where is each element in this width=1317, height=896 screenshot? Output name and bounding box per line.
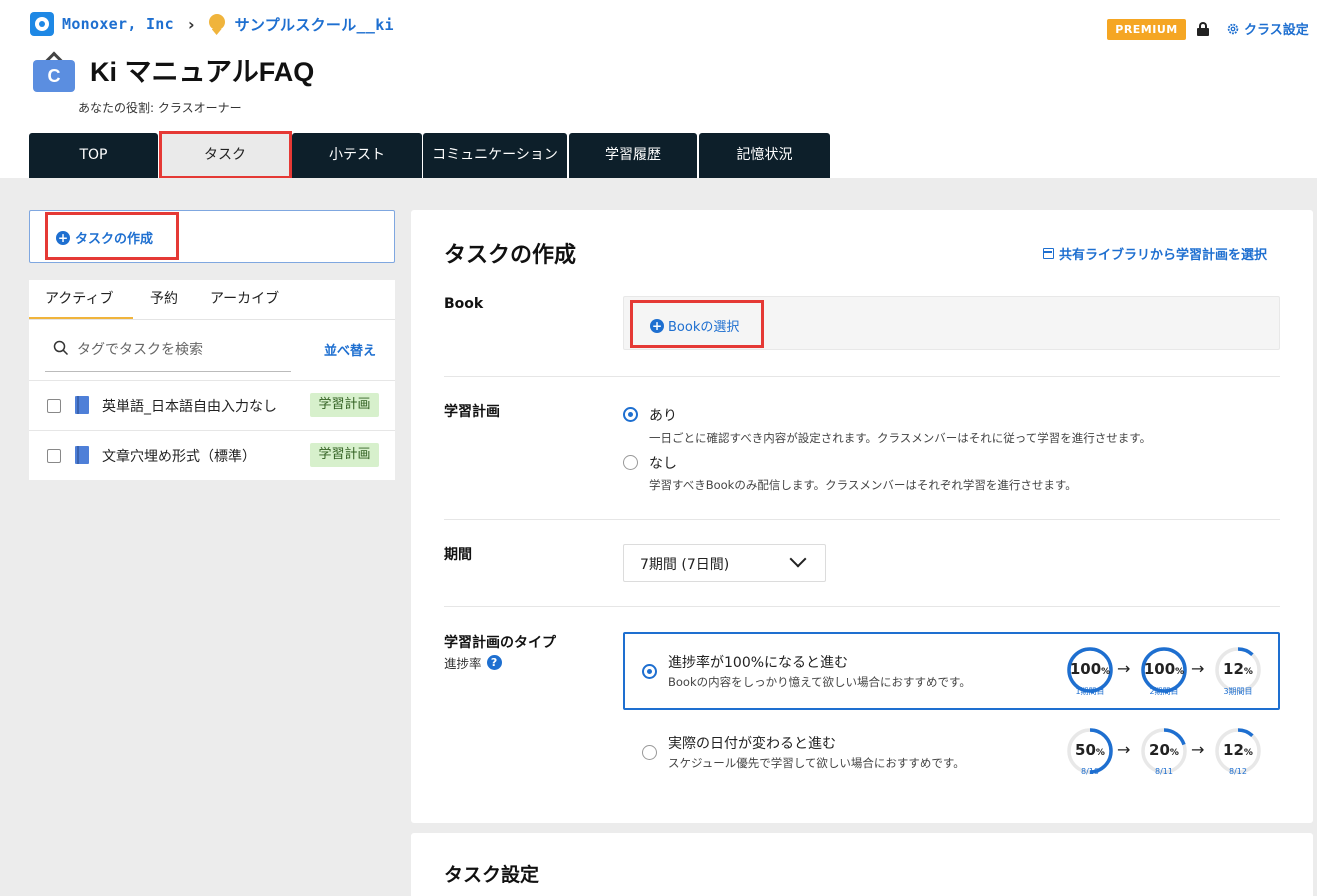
progress-ring-caption: 2期間目 (1149, 687, 1179, 696)
progress-ring-value: 100% (1069, 660, 1111, 678)
chevron-right-icon: › (187, 14, 195, 34)
progress-ring: 50% 8/10 (1066, 727, 1114, 776)
task-checkbox[interactable] (47, 399, 61, 413)
plan-type-label: 学習計画のタイプ (444, 635, 556, 651)
progress-ring-caption: 1期間目 (1075, 687, 1105, 696)
page-header: Monoxer, Inc › サンプルスクール__ki C Ki マニュアルFA… (0, 0, 1317, 179)
progress-ring: 12% 3期間目 (1214, 646, 1262, 696)
progress-ring-caption: 8/10 (1081, 767, 1099, 776)
task-list-item[interactable]: 文章穴埋め形式（標準） 学習計画 (29, 430, 395, 480)
sort-button[interactable]: 並べ替え (324, 340, 376, 359)
plan-label: 学習計画 (444, 404, 500, 420)
plan-no-radio[interactable] (623, 455, 638, 470)
type-date-title: 実際の日付が変わると進む (668, 736, 836, 752)
period-select[interactable]: 7期間 (7日間) (623, 544, 826, 582)
calendar-icon (1043, 248, 1054, 259)
progress-ring: 20% 8/11 (1140, 727, 1188, 776)
tab-active[interactable]: アクティブ (45, 288, 113, 308)
tab-archive[interactable]: アーカイブ (210, 288, 279, 308)
breadcrumb: Monoxer, Inc › サンプルスクール__ki (30, 12, 394, 36)
period-label: 期間 (444, 547, 472, 563)
type-date-desc: スケジュール優先で学習して欲しい場合におすすめです。 (668, 756, 965, 770)
progress-ring-value: 20% (1149, 741, 1179, 759)
progress-ring-value: 12% (1223, 660, 1253, 678)
tab-memory-status[interactable]: 記憶状況 (699, 133, 830, 178)
divider (444, 376, 1280, 377)
premium-badge: PREMIUM (1107, 19, 1186, 40)
progress-ring-caption: 8/11 (1155, 767, 1173, 776)
tab-top[interactable]: TOP (29, 133, 158, 178)
highlight-box (630, 300, 764, 348)
book-icon (75, 446, 89, 464)
progress-ring-value: 50% (1075, 741, 1105, 759)
task-settings-title: タスク設定 (444, 864, 540, 886)
progress-ring-value: 12% (1223, 741, 1253, 759)
tag-search-input[interactable]: タグでタスクを検索 (45, 336, 291, 372)
task-list-tabs: アクティブ 予約 アーカイブ (29, 280, 395, 320)
arrow-right-icon: → (1117, 740, 1131, 759)
tab-scheduled[interactable]: 予約 (150, 288, 178, 308)
divider (444, 606, 1280, 607)
help-icon[interactable]: ? (486, 655, 502, 670)
task-tag: 学習計画 (310, 393, 379, 417)
task-list-panel: アクティブ 予約 アーカイブ タグでタスクを検索 並べ替え 英単語_日本語自由入… (29, 280, 395, 480)
task-create-form: タスクの作成 共有ライブラリから学習計画を選択 Book + Bookの選択 学… (411, 210, 1313, 823)
type-date-radio[interactable] (642, 745, 657, 760)
school-icon (207, 12, 227, 36)
type-progress-radio[interactable] (642, 664, 657, 679)
book-label: Book (444, 296, 484, 312)
highlight-box (159, 131, 292, 179)
task-name: 文章穴埋め形式（標準） (102, 449, 256, 465)
progress-ring-value: 100% (1143, 660, 1185, 678)
progress-ring-caption: 8/12 (1229, 767, 1247, 776)
class-icon: C (33, 50, 75, 92)
lock-icon (1197, 22, 1209, 36)
task-checkbox[interactable] (47, 449, 61, 463)
class-settings-link[interactable]: クラス設定 (1226, 19, 1309, 38)
plan-no-label: なし (649, 456, 677, 472)
page-title: Ki マニュアルFAQ (90, 57, 315, 87)
progress-ring: 12% 8/12 (1214, 727, 1262, 776)
arrow-right-icon: → (1191, 740, 1205, 759)
role-text: あなたの役割: クラスオーナー (78, 101, 242, 115)
task-settings-section: タスク設定 (411, 833, 1313, 896)
monoxer-logo-icon (30, 12, 54, 36)
task-name: 英単語_日本語自由入力なし (102, 399, 277, 415)
progress-ring-caption: 3期間目 (1223, 687, 1253, 696)
breadcrumb-org-link[interactable]: Monoxer, Inc (62, 15, 174, 33)
form-title: タスクの作成 (444, 243, 577, 268)
progress-ring: 100% 1期間目 (1066, 646, 1114, 696)
task-tag: 学習計画 (310, 443, 379, 467)
progress-ring: 100% 2期間目 (1140, 646, 1188, 696)
task-list-item[interactable]: 英単語_日本語自由入力なし 学習計画 (29, 380, 395, 430)
chevron-down-icon (789, 550, 807, 568)
tab-communication[interactable]: コミュニケーション (423, 133, 567, 178)
book-icon (75, 396, 89, 414)
type-progress-title: 進捗率が100%になると進む (668, 655, 849, 671)
plan-yes-label: あり (649, 408, 677, 424)
plan-yes-radio[interactable] (623, 407, 638, 422)
search-icon (53, 340, 69, 356)
tab-quiz[interactable]: 小テスト (292, 133, 422, 178)
type-progress-desc: Bookの内容をしっかり憶えて欲しい場合におすすめです。 (668, 675, 971, 689)
divider (444, 519, 1280, 520)
breadcrumb-school-link[interactable]: サンプルスクール__ki (235, 14, 394, 35)
plan-yes-desc: 一日ごとに確認すべき内容が設定されます。クラスメンバーはそれに従って学習を進行さ… (649, 431, 1152, 445)
shared-library-link[interactable]: 共有ライブラリから学習計画を選択 (1043, 244, 1267, 263)
active-tab-underline (29, 317, 133, 319)
progress-sublabel: 進捗率 ? (444, 653, 502, 672)
plan-no-desc: 学習すべきBookのみ配信します。クラスメンバーはそれぞれ学習を進行させます。 (649, 478, 1077, 492)
arrow-right-icon: → (1191, 659, 1205, 678)
gear-icon (1227, 23, 1239, 34)
tab-learning-history[interactable]: 学習履歴 (569, 133, 697, 178)
arrow-right-icon: → (1117, 659, 1131, 678)
highlight-box (45, 212, 179, 260)
